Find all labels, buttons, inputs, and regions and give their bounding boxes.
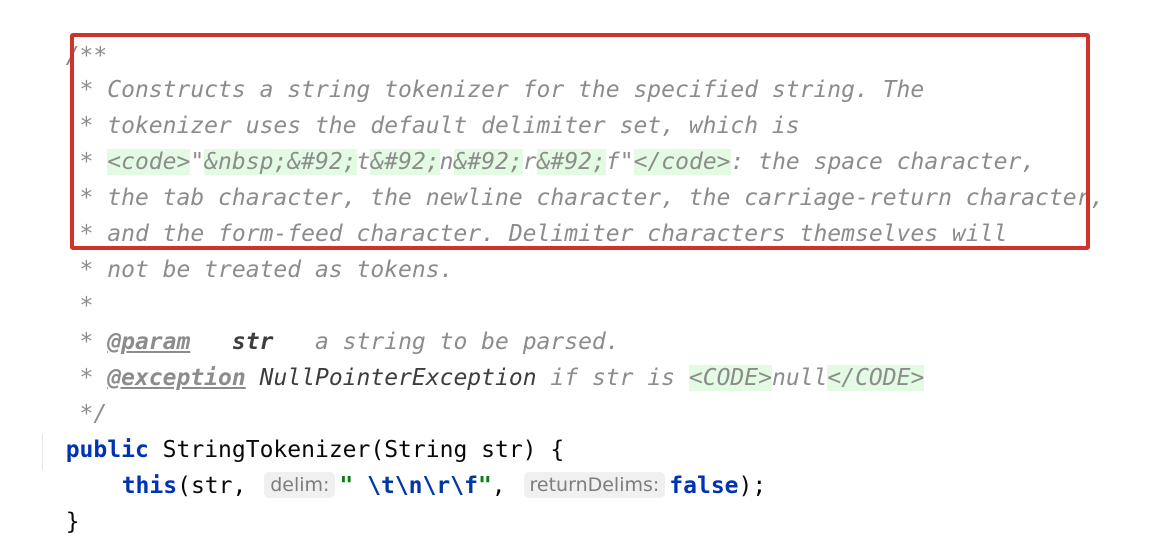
closing-brace-line: } bbox=[38, 468, 80, 535]
escape-form-feed: \f bbox=[450, 473, 478, 499]
constructor-signature-line[interactable]: public StringTokenizer(String str) { bbox=[38, 396, 565, 463]
keyword-false: false bbox=[669, 473, 739, 499]
escape-carriage-return: \r bbox=[422, 473, 451, 499]
javadoc-line-2: * tokenizer uses the default delimiter s… bbox=[38, 72, 800, 139]
javadoc-text-6: not be treated as tokens. bbox=[107, 257, 454, 283]
call-args-open: (str, bbox=[177, 473, 247, 499]
indent-guide bbox=[42, 434, 43, 470]
constructor-body-line[interactable]: this(str, delim: " \t\n\r\f", returnDelim… bbox=[94, 432, 766, 499]
javadoc-blank-line: * bbox=[38, 252, 94, 319]
closing-brace: } bbox=[65, 509, 80, 535]
html-code-upper-open-tag: <CODE> bbox=[688, 365, 772, 391]
javadoc-exception-line: * @exception NullPointerException if str… bbox=[38, 324, 925, 391]
keyword-this: this bbox=[121, 473, 178, 499]
string-quote-open: " bbox=[339, 473, 368, 499]
javadoc-param-line: * @param str a string to be parsed. bbox=[38, 288, 620, 355]
javadoc-line-5: * and the form-feed character. Delimiter… bbox=[38, 180, 1008, 247]
parameter-hint-return-delims: returnDelims: bbox=[523, 472, 666, 498]
string-quote-close: " bbox=[477, 473, 492, 499]
escape-tab: \t bbox=[367, 473, 395, 499]
javadoc-open-line: /** bbox=[38, 2, 108, 69]
exception-class-name: NullPointerException bbox=[259, 365, 537, 391]
parameter-hint-delim: delim: bbox=[264, 472, 336, 498]
escape-newline: \n bbox=[394, 473, 423, 499]
exception-description: if str is bbox=[550, 365, 676, 391]
javadoc-close-line: */ bbox=[38, 360, 108, 427]
exception-tag: @exception bbox=[107, 365, 246, 391]
javadoc-line-6: * not be treated as tokens. bbox=[38, 216, 454, 283]
javadoc-line-1: * Constructs a string tokenizer for the … bbox=[38, 36, 925, 103]
javadoc-line-3: * <code>"&nbsp;&#92;t&#92;n&#92;r&#92;f"… bbox=[38, 108, 1035, 175]
html-code-upper-close-tag: </CODE> bbox=[827, 365, 925, 391]
javadoc-line-4: * the tab character, the newline charact… bbox=[38, 144, 1105, 211]
call-close: ); bbox=[738, 473, 767, 499]
null-text: null bbox=[771, 365, 828, 391]
arg-comma: , bbox=[491, 473, 506, 499]
